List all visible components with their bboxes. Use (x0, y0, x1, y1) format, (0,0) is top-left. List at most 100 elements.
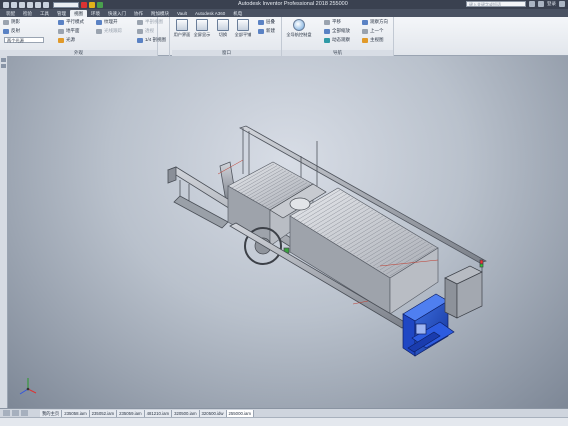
reflection-button[interactable]: 反射 (3, 28, 20, 34)
tab-7[interactable]: 协作 (130, 10, 147, 17)
window-title: Autodesk Inventor Professional 2018 2550… (238, 1, 348, 7)
parallel-mode-button[interactable]: 平行模式 (58, 19, 84, 25)
tile-icon (237, 19, 249, 31)
redo-icon[interactable] (43, 1, 49, 8)
home-icon (362, 37, 368, 43)
full-screen-button[interactable]: 全屏显示 (193, 19, 211, 38)
binoculars-icon[interactable] (529, 1, 535, 7)
home-view-button[interactable]: 主视图 (362, 37, 384, 43)
tab-3[interactable]: 管理 (53, 10, 70, 17)
shadow-button[interactable]: 阴影 (3, 19, 20, 25)
ground-plane-icon (58, 28, 64, 34)
browser-pin-icon[interactable] (1, 64, 6, 68)
quarter-section-button[interactable]: 1/4 剖视图 (137, 37, 166, 43)
tab-4[interactable]: 视图 (70, 10, 87, 17)
switch-window-button[interactable]: 切换 (214, 19, 232, 38)
search-input[interactable]: 键入关键字或短语 (466, 1, 526, 7)
ray-tracing-icon (96, 28, 102, 34)
measure-icon[interactable] (89, 1, 95, 8)
document-tab-6[interactable]: 320500.idw (199, 409, 227, 417)
tab-11[interactable]: 机电 (229, 10, 246, 17)
tab-9[interactable]: Vault (173, 10, 191, 17)
document-tab-2[interactable]: 235052.iam (89, 409, 118, 417)
perspective-icon (137, 28, 143, 34)
tile-tabs-icon[interactable] (3, 410, 10, 416)
tab-1[interactable]: 检验 (19, 10, 36, 17)
document-tab-5[interactable]: 320500.iam (172, 409, 200, 417)
section-view-panel: 半剖视图 透视 1/4 剖视图 (134, 17, 170, 56)
lighting-style-dropdown[interactable]: 两个光源 (4, 37, 44, 43)
cascade-tabs-icon[interactable] (12, 410, 19, 416)
document-tab-3[interactable]: 235059.iam (117, 409, 145, 417)
full-screen-icon (196, 19, 208, 31)
document-tab-0[interactable]: 我的主页 (40, 409, 63, 417)
select-icon[interactable] (97, 1, 103, 8)
new-window-icon (258, 28, 264, 34)
tab-0[interactable]: 装配 (2, 10, 19, 17)
tile-all-button[interactable]: 全部平铺 (234, 19, 252, 38)
cascade-icon (258, 19, 264, 25)
ribbon-tabs: 装配 检验 工具 管理 视图 环境 快速入门 协作 附加模块 Vault Autodesk A360… (0, 9, 568, 17)
full-navigation-wheel-button[interactable]: 全导航控制盘 (286, 19, 312, 38)
orbit-icon (324, 37, 330, 43)
app-menu-icon[interactable] (3, 1, 9, 8)
control-cabinet (444, 259, 484, 319)
zoom-all-button[interactable]: 全部缩放 (324, 28, 350, 34)
half-section-button[interactable]: 半剖视图 (137, 19, 163, 25)
light-button[interactable]: 光源 (58, 37, 75, 43)
texture-on-button[interactable]: 纹理开 (96, 19, 118, 25)
document-tab-1[interactable]: 235058.iam (62, 409, 90, 417)
login-link[interactable]: 登录 (547, 1, 556, 7)
new-window-button[interactable]: 新建 (258, 28, 275, 34)
graphics-viewport[interactable] (8, 56, 568, 408)
navigate-panel: 全导航控制盘 平移 全部缩放 动态观察 观察方向 上一个 主视图 导航 (282, 17, 394, 56)
cascade-button[interactable]: 层叠 (258, 19, 275, 25)
ray-tracing-button[interactable]: 光线跟踪 (96, 28, 122, 34)
update-icon[interactable] (81, 1, 87, 8)
user-interface-button[interactable]: 用户界面 (173, 19, 191, 38)
texture-icon (96, 19, 102, 25)
user-interface-icon (176, 19, 188, 31)
tab-8[interactable]: 附加模块 (147, 10, 173, 17)
undo-icon[interactable] (35, 1, 41, 8)
tab-6[interactable]: 快速入门 (104, 10, 130, 17)
tab-list-icon[interactable] (21, 410, 28, 416)
new-file-icon[interactable] (11, 1, 17, 8)
document-tab-7[interactable]: 255000.iam (226, 409, 254, 417)
title-bar: Autodesk Inventor Professional 2018 2550… (0, 0, 568, 9)
look-at-button[interactable]: 观察方向 (362, 19, 388, 25)
save-icon[interactable] (27, 1, 33, 8)
ribbon: 阴影 反射 两个光源 平行模式 地平面 光源 纹理开 光线跟踪 外观 半剖视图 … (0, 17, 568, 56)
browser-toggle-icon[interactable] (1, 58, 6, 62)
help-icon[interactable] (559, 1, 565, 7)
user-icon[interactable] (538, 1, 544, 7)
half-section-icon (137, 19, 143, 25)
back-arrow-icon (362, 28, 368, 34)
shadow-icon (3, 19, 9, 25)
tab-controls (3, 410, 28, 416)
tab-10[interactable]: Autodesk A360 (191, 10, 229, 17)
quick-access-toolbar (0, 0, 103, 9)
quarter-section-icon (137, 37, 143, 43)
assembly-model[interactable] (8, 56, 568, 408)
model-browser-collapsed[interactable] (0, 56, 8, 408)
pan-button[interactable]: 平移 (324, 19, 341, 25)
previous-view-button[interactable]: 上一个 (362, 28, 384, 34)
tab-5[interactable]: 环境 (87, 10, 104, 17)
pan-icon (324, 19, 330, 25)
ground-plane-button[interactable]: 地平面 (58, 28, 80, 34)
zoom-icon (324, 28, 330, 34)
tab-2[interactable]: 工具 (36, 10, 53, 17)
reflection-icon (3, 28, 9, 34)
window-panel: 用户界面 全屏显示 切换 全部平铺 层叠 新建 窗口 (172, 17, 282, 56)
open-file-icon[interactable] (19, 1, 25, 8)
orbit-button[interactable]: 动态观察 (324, 37, 350, 43)
light-icon (58, 37, 64, 43)
status-bar (0, 417, 568, 426)
material-select[interactable] (53, 1, 79, 8)
title-right-controls: 键入关键字或短语 登录 (466, 1, 565, 7)
coordinate-triad-icon (19, 378, 37, 395)
perspective-button[interactable]: 透视 (137, 28, 154, 34)
document-tab-4[interactable]: 481210.iam (144, 409, 173, 417)
look-at-icon (362, 19, 368, 25)
